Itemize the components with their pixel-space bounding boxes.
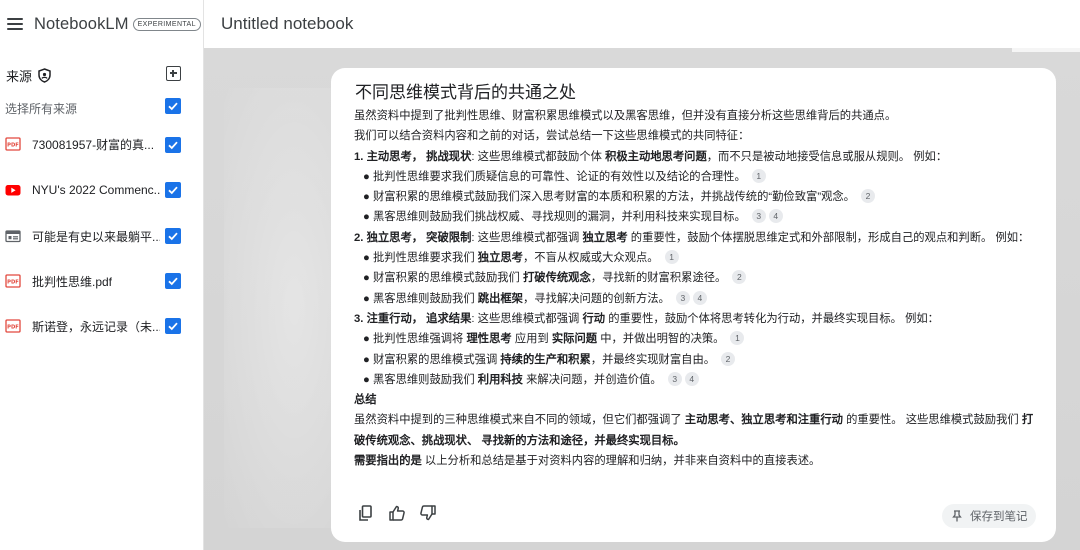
section-heading: 3. 注重行动， 追求结果: 这些思维模式都强调 行动 的重要性，鼓励个体将思考… <box>354 312 939 325</box>
save-label: 保存到笔记 <box>970 511 1028 523</box>
pdf-icon: PDF <box>5 137 21 151</box>
source-label: 可能是有史以来最躺平... <box>32 229 160 244</box>
text-document-icon <box>5 230 21 243</box>
menu-icon[interactable] <box>7 18 23 30</box>
notebook-title[interactable]: Untitled notebook <box>204 14 353 34</box>
list-item: ● 批判性思维强调将 理性思考 应用到 实际问题 中，并做出明智的决策。 1 <box>354 329 1044 349</box>
pdf-icon: PDF <box>5 319 21 333</box>
source-label: 斯诺登，永远记录（未... <box>32 319 160 334</box>
citation-chip[interactable]: 2 <box>732 270 747 285</box>
citation-chip[interactable]: 3 <box>751 209 766 224</box>
citation-chip[interactable]: 1 <box>730 331 745 346</box>
source-label: 批判性思维.pdf <box>32 274 113 289</box>
copy-icon[interactable] <box>357 504 375 522</box>
source-item[interactable]: 可能是有史以来最躺平... <box>0 226 160 246</box>
intro-line: 虽然资料中提到了批判性思维、财富积累思维模式以及黑客思维，但并没有直接分析这些思… <box>354 110 897 122</box>
list-item: ● 批判性思维要求我们质疑信息的可靠性、论证的有效性以及结论的合理性。 1 <box>354 167 1044 187</box>
response-card: 不同思维模式背后的共通之处 虽然资料中提到了批判性思维、财富积累思维模式以及黑客… <box>331 68 1056 542</box>
thumbs-down-icon[interactable] <box>419 504 437 522</box>
response-title: 不同思维模式背后的共通之处 <box>355 83 576 102</box>
source-label: 730081957-财富的真... <box>32 137 155 152</box>
source-checkbox[interactable] <box>165 273 181 289</box>
svg-text:PDF: PDF <box>7 280 19 286</box>
citation-chip[interactable]: 1 <box>751 168 766 183</box>
svg-text:PDF: PDF <box>7 325 19 331</box>
summary-text: 虽然资料中提到的三种思维模式来自不同的领域，但它们都强调了 主动思考、独立思考和… <box>354 414 1034 447</box>
citation-chip[interactable]: 3 <box>675 290 690 305</box>
sources-header: 来源 <box>6 66 51 85</box>
citation-chip[interactable]: 4 <box>692 290 707 305</box>
citation-chip[interactable]: 4 <box>768 209 783 224</box>
source-item[interactable]: PDF 斯诺登，永远记录（未... <box>0 316 160 336</box>
select-all-checkbox[interactable] <box>165 98 181 114</box>
save-to-note-button[interactable]: 保存到笔记 <box>942 504 1036 528</box>
list-item: ● 财富积累的思维模式强调 持续的生产和积累，并最终实现财富自由。 2 <box>354 350 1044 370</box>
list-item: ● 黑客思维则鼓励我们 跳出框架，寻找解决问题的创新方法。 3 4 <box>354 289 1044 309</box>
response-body: 虽然资料中提到了批判性思维、财富积累思维模式以及黑客思维，但并没有直接分析这些思… <box>354 106 1044 471</box>
list-item: ● 黑客思维则鼓励我们 利用科技 来解决问题，并创造价值。 3 4 <box>354 370 1044 390</box>
source-item[interactable]: PDF 730081957-财富的真... <box>0 134 160 154</box>
source-checkbox[interactable] <box>165 318 181 334</box>
list-item: ● 财富积累的思维模式鼓励我们 打破传统观念，寻找新的财富积累途径。 2 <box>354 268 1044 288</box>
section-heading: 2. 独立思考， 突破限制: 这些思维模式都强调 独立思考 的重要性，鼓励个体摆… <box>354 231 1030 244</box>
pdf-icon: PDF <box>5 274 21 288</box>
youtube-icon <box>5 185 21 196</box>
summary-heading: 总结 <box>354 394 377 407</box>
source-item[interactable]: NYU's 2022 Commenc... <box>0 180 160 200</box>
intro-line: 我们可以结合资料内容和之前的对话，尝试总结一下这些思维模式的共同特征： <box>354 130 750 143</box>
list-item: ● 黑客思维则鼓励我们挑战权威、寻找规则的漏洞，并利用科技来实现目标。 3 4 <box>354 207 1044 227</box>
select-all-label: 选择所有来源 <box>5 102 78 116</box>
top-strip <box>1012 48 1080 52</box>
response-actions <box>357 504 450 522</box>
source-label: NYU's 2022 Commenc... <box>32 183 160 197</box>
pin-icon <box>952 510 962 522</box>
section-heading: 1. 主动思考， 挑战现状: 这些思维模式都鼓励个体 积极主动地思考问题，而不只… <box>354 150 948 163</box>
sources-label: 来源 <box>6 69 33 84</box>
citation-chip[interactable]: 2 <box>721 351 736 366</box>
citation-chip[interactable]: 4 <box>684 371 699 386</box>
shield-icon <box>38 68 51 83</box>
source-checkbox[interactable] <box>165 228 181 244</box>
experimental-badge: EXPERIMENTAL <box>132 17 201 31</box>
list-item: ● 财富积累的思维模式鼓励我们深入思考财富的本质和积累的方法，并挑战传统的“勤俭… <box>354 187 1044 207</box>
citation-chip[interactable]: 3 <box>667 371 682 386</box>
app-name: NotebookLM <box>34 14 129 33</box>
thumbs-up-icon[interactable] <box>388 504 406 522</box>
citation-chip[interactable]: 1 <box>664 250 679 265</box>
note-text: 需要指出的是 以上分析和总结是基于对资料内容的理解和归纳，并非来自资料中的直接表… <box>354 455 821 468</box>
top-bar: NotebookLM EXPERIMENTAL Untitled noteboo… <box>0 0 1080 48</box>
sources-sidebar: 来源 选择所有来源 PDF 730081957-财富的真... NYU's 20… <box>0 48 204 550</box>
svg-text:PDF: PDF <box>7 143 19 149</box>
list-item: ● 批判性思维要求我们 独立思考，不盲从权威或大众观点。 1 <box>354 248 1044 268</box>
source-checkbox[interactable] <box>165 182 181 198</box>
source-checkbox[interactable] <box>165 137 181 153</box>
add-source-button[interactable] <box>166 66 181 81</box>
main-area: 不同思维模式背后的共通之处 虽然资料中提到了批判性思维、财富积累思维模式以及黑客… <box>204 48 1080 550</box>
brand-area: NotebookLM EXPERIMENTAL <box>0 0 204 48</box>
source-item[interactable]: PDF 批判性思维.pdf <box>0 271 160 291</box>
citation-chip[interactable]: 2 <box>860 189 875 204</box>
